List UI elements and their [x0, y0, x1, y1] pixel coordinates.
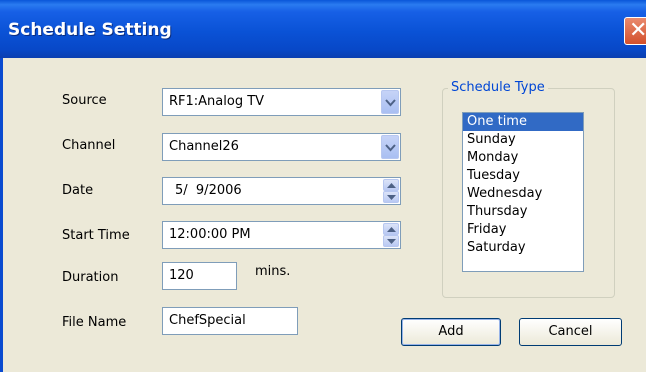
add-button[interactable]: Add	[401, 318, 501, 346]
date-label: Date	[62, 183, 94, 198]
channel-dropdown[interactable]: Channel26	[162, 133, 401, 161]
schedule-type-list[interactable]: One time Sunday Monday Tuesday Wednesday…	[462, 112, 584, 272]
list-item-monday[interactable]: Monday	[463, 149, 583, 167]
file-name-label: File Name	[62, 315, 127, 330]
date-spin-up-button[interactable]	[383, 179, 399, 191]
time-spin-up-button[interactable]	[383, 223, 399, 235]
list-item-wednesday[interactable]: Wednesday	[463, 185, 583, 203]
arrow-up-icon	[387, 227, 396, 232]
duration-label: Duration	[62, 270, 119, 285]
start-time-label: Start Time	[62, 228, 130, 243]
start-time-picker[interactable]: 12:00:00 PM	[162, 221, 401, 249]
cancel-button[interactable]: Cancel	[519, 318, 622, 346]
channel-dropdown-button[interactable]	[381, 135, 399, 159]
time-spin-down-button[interactable]	[383, 235, 399, 247]
list-item-tuesday[interactable]: Tuesday	[463, 167, 583, 185]
arrow-down-icon	[387, 239, 396, 244]
source-label: Source	[62, 93, 107, 108]
list-item-friday[interactable]: Friday	[463, 221, 583, 239]
close-button[interactable]: ✕	[624, 17, 646, 45]
duration-unit: mins.	[255, 264, 291, 279]
list-item-sunday[interactable]: Sunday	[463, 131, 583, 149]
list-item-one-time[interactable]: One time	[463, 113, 583, 131]
date-picker[interactable]: 5/ 9/2006	[162, 177, 401, 205]
source-dropdown[interactable]: RF1:Analog TV	[162, 88, 401, 116]
source-dropdown-button[interactable]	[381, 90, 399, 114]
date-value: 5/ 9/2006	[175, 183, 242, 198]
start-time-value: 12:00:00 PM	[169, 227, 251, 242]
window-border	[0, 58, 3, 372]
arrow-up-icon	[387, 183, 396, 188]
channel-label: Channel	[62, 138, 116, 153]
arrow-down-icon	[387, 195, 396, 200]
source-value: RF1:Analog TV	[169, 94, 265, 109]
close-icon: ✕	[629, 18, 646, 43]
chevron-down-icon	[385, 99, 396, 107]
file-name-input[interactable]: ChefSpecial	[162, 307, 298, 335]
date-spin-down-button[interactable]	[383, 191, 399, 203]
schedule-setting-dialog: Schedule Setting ✕ Source RF1:Analog TV …	[0, 0, 646, 372]
channel-value: Channel26	[169, 139, 239, 154]
schedule-type-label: Schedule Type	[448, 80, 548, 95]
list-item-thursday[interactable]: Thursday	[463, 203, 583, 221]
window-title: Schedule Setting	[8, 20, 172, 40]
title-bar[interactable]: Schedule Setting ✕	[0, 0, 646, 58]
list-item-saturday[interactable]: Saturday	[463, 239, 583, 257]
chevron-down-icon	[385, 144, 396, 152]
duration-input[interactable]: 120	[162, 262, 237, 290]
